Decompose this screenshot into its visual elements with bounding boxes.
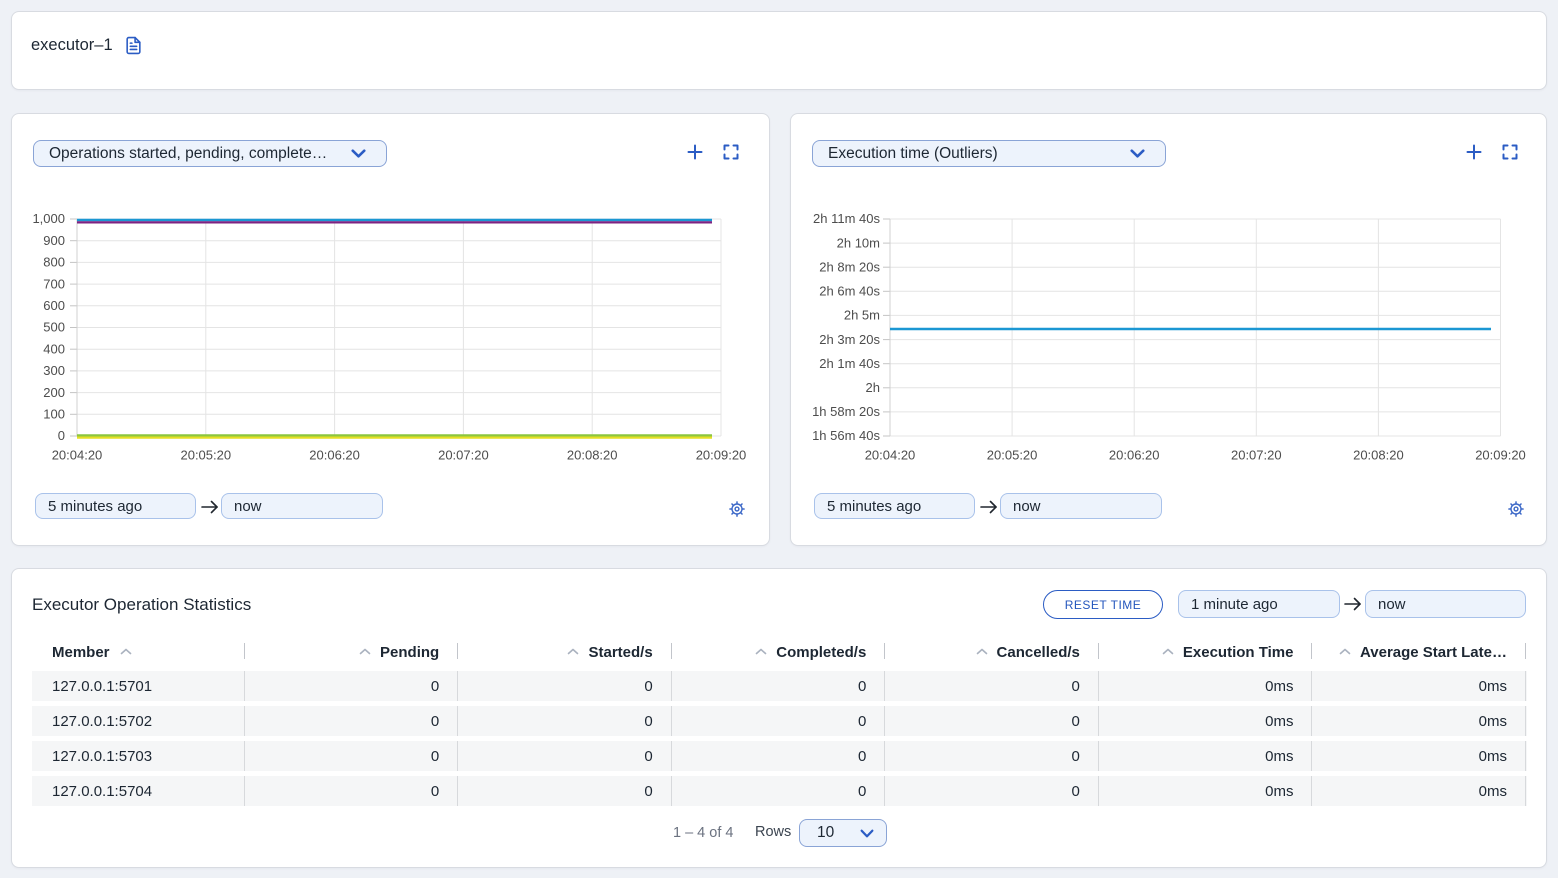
- svg-text:500: 500: [43, 320, 65, 335]
- svg-text:800: 800: [43, 255, 65, 270]
- svg-text:2h 5m: 2h 5m: [844, 308, 880, 323]
- svg-text:400: 400: [43, 341, 65, 356]
- svg-text:0: 0: [58, 428, 65, 443]
- svg-text:1h 56m 40s: 1h 56m 40s: [812, 428, 880, 443]
- svg-text:600: 600: [43, 298, 65, 313]
- svg-text:2h 8m 20s: 2h 8m 20s: [819, 259, 880, 274]
- svg-text:20:08:20: 20:08:20: [1353, 448, 1404, 463]
- svg-text:1h 58m 20s: 1h 58m 20s: [812, 404, 880, 419]
- svg-text:20:06:20: 20:06:20: [309, 448, 360, 463]
- svg-text:300: 300: [43, 363, 65, 378]
- svg-text:2h 1m 40s: 2h 1m 40s: [819, 356, 880, 371]
- svg-text:20:06:20: 20:06:20: [1109, 448, 1160, 463]
- svg-text:20:09:20: 20:09:20: [1475, 448, 1526, 463]
- svg-text:20:08:20: 20:08:20: [567, 448, 618, 463]
- svg-text:100: 100: [43, 407, 65, 422]
- svg-text:200: 200: [43, 385, 65, 400]
- svg-text:2h: 2h: [866, 380, 880, 395]
- svg-text:20:07:20: 20:07:20: [438, 448, 489, 463]
- svg-text:20:04:20: 20:04:20: [865, 448, 916, 463]
- svg-text:20:07:20: 20:07:20: [1231, 448, 1282, 463]
- svg-text:20:09:20: 20:09:20: [696, 448, 747, 463]
- svg-text:2h 6m 40s: 2h 6m 40s: [819, 284, 880, 299]
- svg-text:2h 3m 20s: 2h 3m 20s: [819, 332, 880, 347]
- svg-text:1,000: 1,000: [32, 211, 65, 226]
- svg-text:900: 900: [43, 233, 65, 248]
- svg-text:2h 10m: 2h 10m: [837, 235, 880, 250]
- svg-text:20:05:20: 20:05:20: [987, 448, 1038, 463]
- svg-text:700: 700: [43, 276, 65, 291]
- svg-text:20:05:20: 20:05:20: [180, 448, 231, 463]
- svg-text:20:04:20: 20:04:20: [52, 448, 103, 463]
- svg-text:2h 11m 40s: 2h 11m 40s: [813, 211, 880, 226]
